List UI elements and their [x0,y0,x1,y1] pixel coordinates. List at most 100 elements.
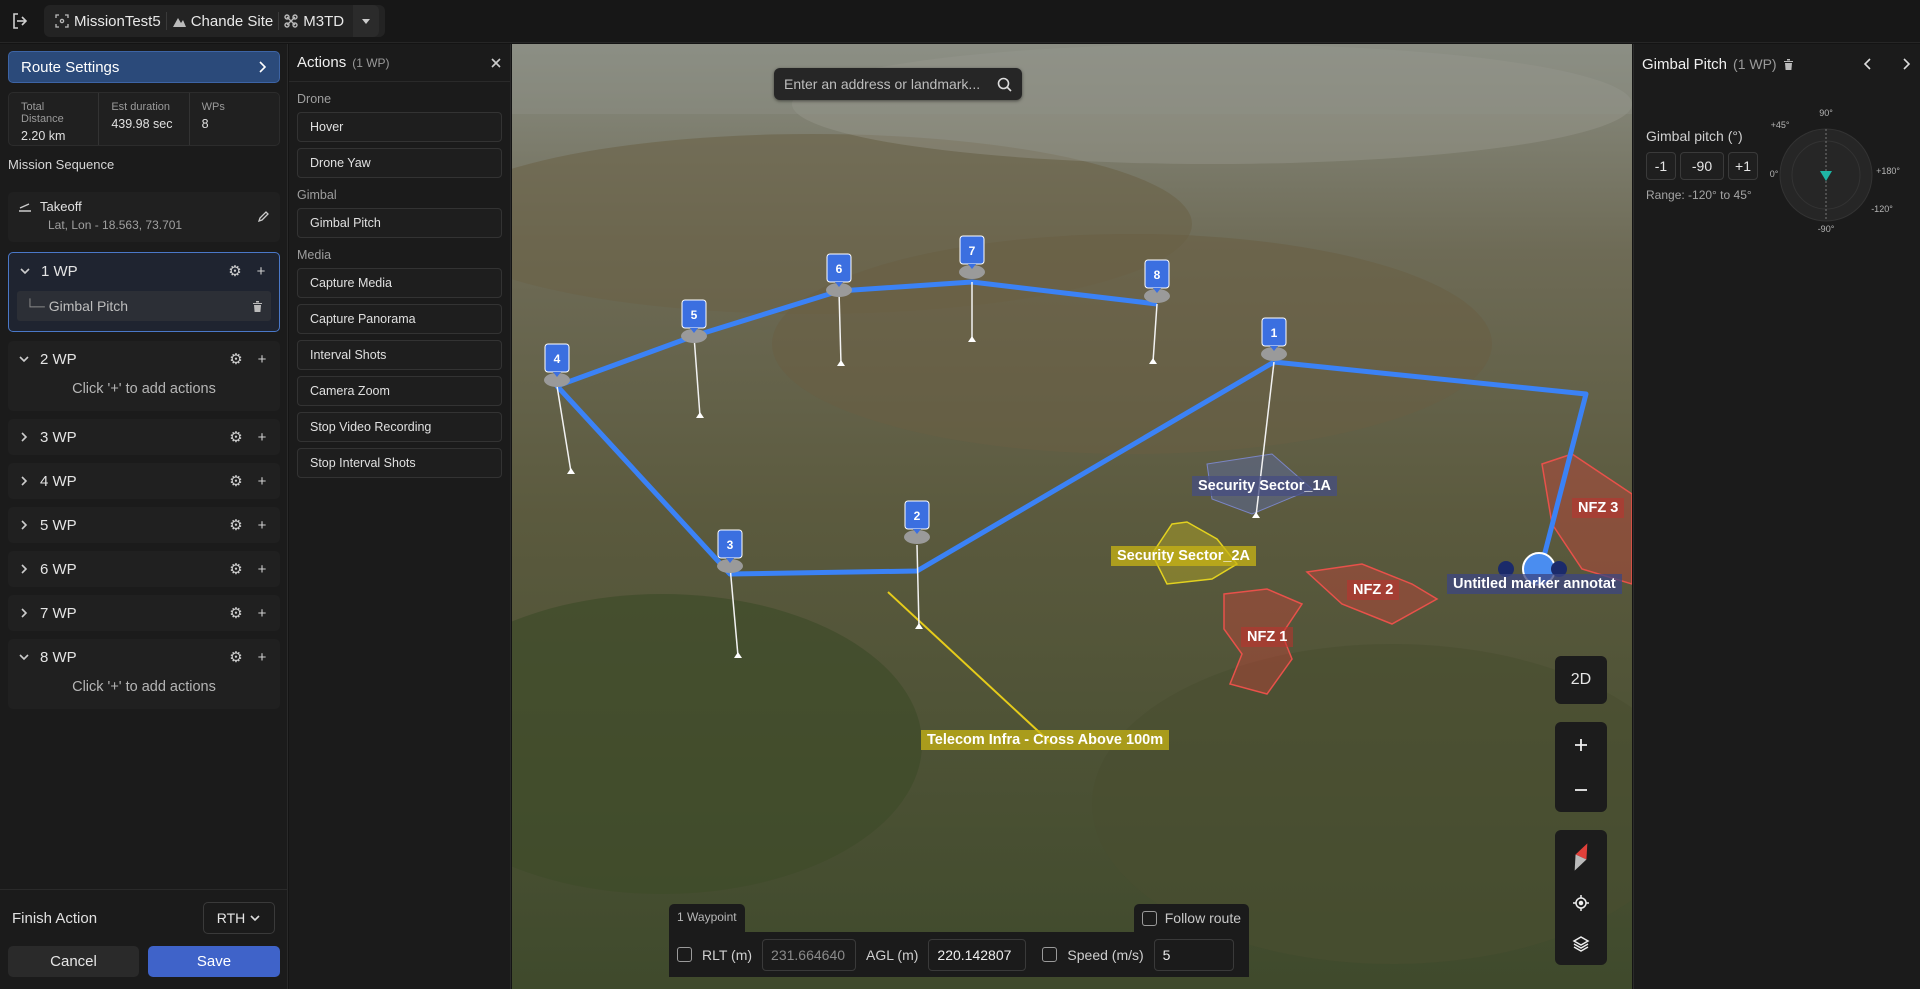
stat-wps: WPs 8 [188,93,279,145]
satellite-terrain: 1 2 3 4 5 6 7 8 [512,44,1632,989]
add-action-button[interactable]: + [254,649,270,666]
gimbal-pitch-dial[interactable]: 90° +45° 0° +180° -120° -90° [1770,102,1918,232]
action-camera-zoom-button[interactable]: Camera Zoom [297,376,502,406]
trash-icon[interactable] [252,300,263,313]
svg-text:6: 6 [836,262,843,276]
breadcrumb-drone[interactable]: M3TD [279,5,349,37]
chevron-right-icon[interactable] [1900,57,1912,71]
action-stop-interval-button[interactable]: Stop Interval Shots [297,448,502,478]
action-drone-yaw-button[interactable]: Drone Yaw [297,148,502,178]
add-action-button[interactable]: + [254,561,270,578]
waypoint-item[interactable]: 7 WP ⚙ + [8,595,280,631]
waypoint-item[interactable]: 2 WP ⚙ + Click '+' to add actions [8,341,280,411]
save-button[interactable]: Save [148,946,280,977]
gear-icon[interactable]: ⚙ [228,350,244,368]
chevron-right-icon[interactable] [18,475,30,487]
action-gimbal-pitch-button[interactable]: Gimbal Pitch [297,208,502,238]
increment-button[interactable]: +1 [1728,152,1758,180]
compass-icon[interactable] [1573,842,1589,872]
mission-icon [55,14,69,28]
action-interval-shots-button[interactable]: Interval Shots [297,340,502,370]
stat-value: 2.20 km [21,129,66,143]
rlt-input[interactable]: 231.664640 [762,938,857,971]
waypoint-marker-8: 8 [1144,259,1170,303]
agl-input[interactable]: 220.142807 [928,938,1027,971]
add-action-button[interactable]: + [254,473,270,490]
breadcrumb-dropdown-button[interactable] [353,5,380,37]
svg-text:2: 2 [914,509,921,523]
label-untitled-marker[interactable]: Untitled marker annotat [1447,574,1622,594]
follow-route-checkbox[interactable] [1141,910,1157,926]
add-action-button[interactable]: + [254,605,270,622]
zoom-in-icon[interactable] [1573,737,1589,753]
breadcrumb-site[interactable]: Chande Site [167,5,279,37]
chevron-down-icon[interactable] [18,353,30,365]
action-hover-button[interactable]: Hover [297,112,502,142]
map-view[interactable]: 1 2 3 4 5 6 7 8 Enter an address or land… [512,44,1632,989]
waypoint-item[interactable]: 8 WP ⚙ + Click '+' to add actions [8,639,280,709]
chevron-right-icon[interactable] [18,431,30,443]
chevron-down-icon[interactable] [19,265,31,277]
waypoint-item[interactable]: 1 WP ⚙ + └─ Gimbal Pitch [8,252,280,332]
takeoff-item[interactable]: Takeoff Lat, Lon - 18.563, 73.701 [8,192,280,242]
waypoint-item[interactable]: 3 WP ⚙ + [8,419,280,455]
waypoint-item[interactable]: 6 WP ⚙ + [8,551,280,587]
gear-icon[interactable]: ⚙ [228,604,244,622]
waypoint-item[interactable]: 4 WP ⚙ + [8,463,280,499]
edit-icon[interactable] [257,210,270,223]
decrement-button[interactable]: -1 [1646,152,1676,180]
chevron-right-icon[interactable] [18,563,30,575]
waypoint-hint: Click '+' to add actions [72,381,216,397]
stat-value: 8 [201,117,209,131]
stat-value: 439.98 sec [111,117,173,131]
add-action-button[interactable]: + [254,351,270,368]
gear-icon[interactable]: ⚙ [228,516,244,534]
waypoint-action[interactable]: └─ Gimbal Pitch [17,291,271,321]
locate-icon[interactable] [1573,895,1589,912]
waypoint-edit-bar: 1 Waypoint Follow route RLT (m) 231.6646… [657,904,1257,989]
action-capture-media-button[interactable]: Capture Media [297,268,502,298]
label-nfz-1[interactable]: NFZ 1 [1241,627,1294,647]
follow-route-toggle[interactable]: Follow route [1133,904,1249,932]
chevron-down-icon[interactable] [18,651,30,663]
cancel-button[interactable]: Cancel [8,946,139,977]
gear-icon[interactable]: ⚙ [228,560,244,578]
chevron-left-icon[interactable] [1862,57,1874,71]
svg-text:4: 4 [554,352,561,366]
speed-checkbox[interactable] [1042,947,1058,962]
waypoint-item[interactable]: 5 WP ⚙ + [8,507,280,543]
route-settings-label: Route Settings [21,58,120,76]
rlt-checkbox[interactable] [677,947,692,962]
map-2d-toggle[interactable]: 2D [1555,656,1607,704]
route-settings-button[interactable]: Route Settings [8,51,280,83]
finish-action-select[interactable]: RTH [203,902,275,934]
gimbal-pitch-input[interactable]: -90 [1680,152,1724,180]
add-action-button[interactable]: + [254,429,270,446]
map-search-input[interactable]: Enter an address or landmark... [774,68,1022,100]
layers-icon[interactable] [1572,935,1590,953]
gear-icon[interactable]: ⚙ [228,648,244,666]
label-nfz-2[interactable]: NFZ 2 [1347,580,1400,600]
action-stop-video-button[interactable]: Stop Video Recording [297,412,502,442]
trash-icon[interactable] [1783,58,1794,71]
speed-input[interactable]: 5 [1153,938,1234,971]
add-action-button[interactable]: + [254,517,270,534]
gear-icon[interactable]: ⚙ [228,428,244,446]
breadcrumb-mission[interactable]: MissionTest5 [50,5,166,37]
label-nfz-3[interactable]: NFZ 3 [1572,498,1625,518]
chevron-right-icon[interactable] [18,607,30,619]
panel-count: (1 WP) [1733,56,1777,72]
action-group-title: Gimbal [297,188,337,202]
label-security-sector-1a[interactable]: Security Sector_1A [1192,476,1337,496]
add-action-button[interactable]: + [253,263,269,280]
label-security-sector-2a[interactable]: Security Sector_2A [1111,546,1256,566]
exit-button[interactable] [0,0,40,43]
finish-section: Finish Action RTH Cancel Save [0,889,288,989]
action-capture-panorama-button[interactable]: Capture Panorama [297,304,502,334]
gear-icon[interactable]: ⚙ [228,472,244,490]
chevron-right-icon[interactable] [18,519,30,531]
zoom-out-icon[interactable] [1573,782,1589,798]
label-telecom-infra[interactable]: Telecom Infra - Cross Above 100m [921,730,1170,750]
close-icon[interactable] [490,57,502,69]
gear-icon[interactable]: ⚙ [227,262,243,280]
